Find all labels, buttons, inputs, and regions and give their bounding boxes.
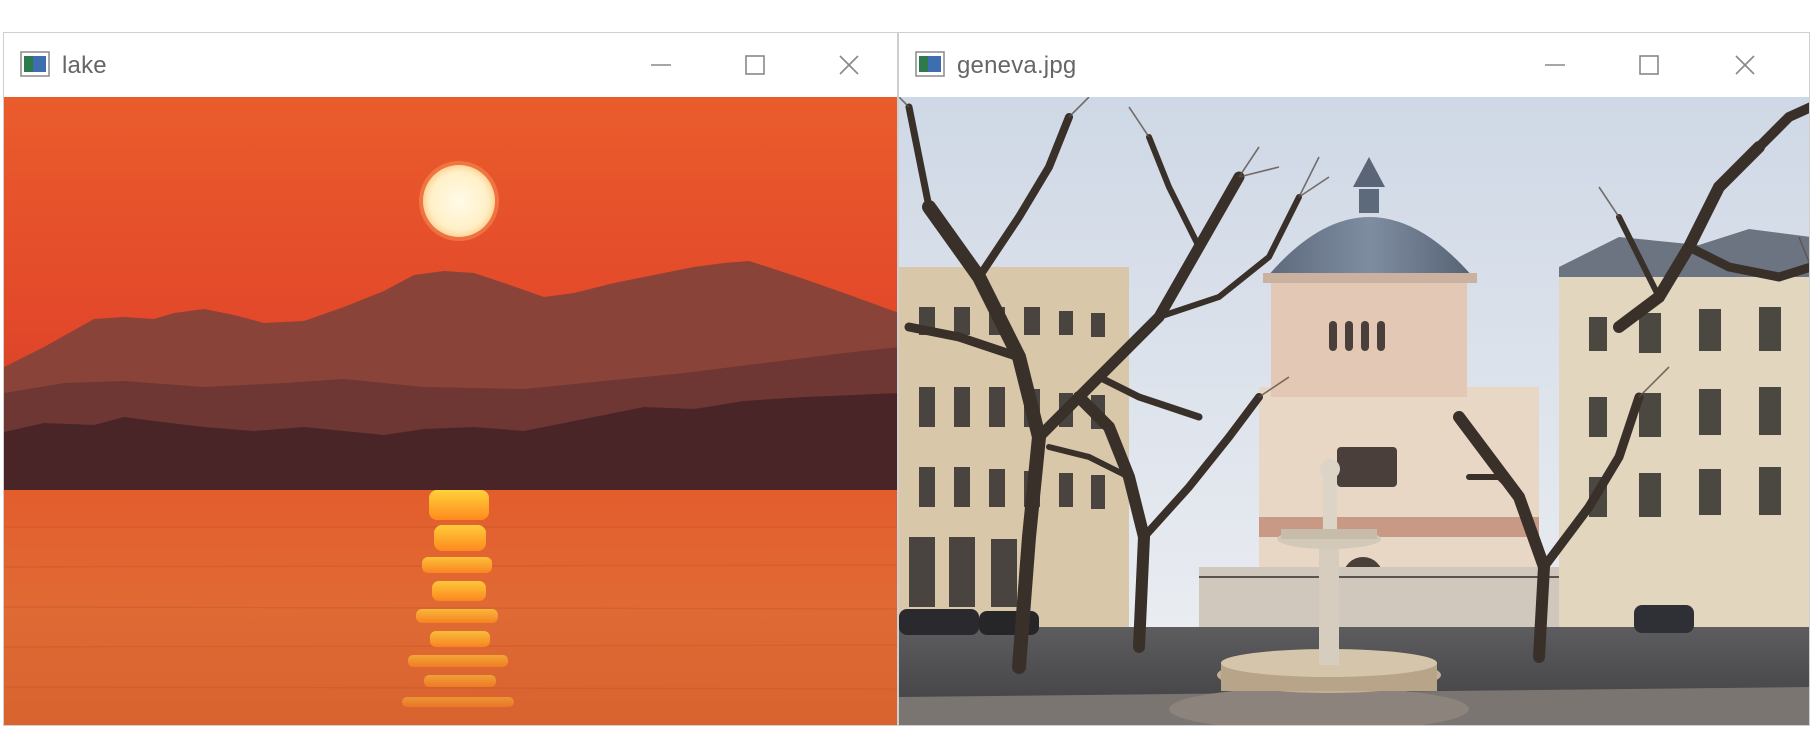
minimize-icon [1545,64,1565,66]
image-window-icon [20,51,50,77]
window-title: lake [62,52,107,79]
window-titlebar[interactable]: geneva.jpg [899,33,1809,97]
maximize-button[interactable] [735,47,775,83]
maximize-button[interactable] [1629,47,1669,83]
window-titlebar[interactable]: lake [4,33,897,97]
image-canvas [899,97,1809,725]
maximize-icon [1639,55,1659,75]
lake-sunset-image [4,97,897,725]
close-icon [1735,55,1755,75]
minimize-icon [651,64,671,66]
image-canvas [4,97,897,725]
geneva-window: geneva.jpg [898,32,1810,726]
geneva-square-image [899,97,1809,725]
window-title: geneva.jpg [957,52,1077,79]
close-icon [839,55,859,75]
minimize-button[interactable] [641,47,681,83]
close-button[interactable] [829,47,869,83]
lake-window: lake [3,32,898,726]
maximize-icon [745,55,765,75]
minimize-button[interactable] [1535,47,1575,83]
image-window-icon [915,51,945,77]
close-button[interactable] [1725,47,1765,83]
